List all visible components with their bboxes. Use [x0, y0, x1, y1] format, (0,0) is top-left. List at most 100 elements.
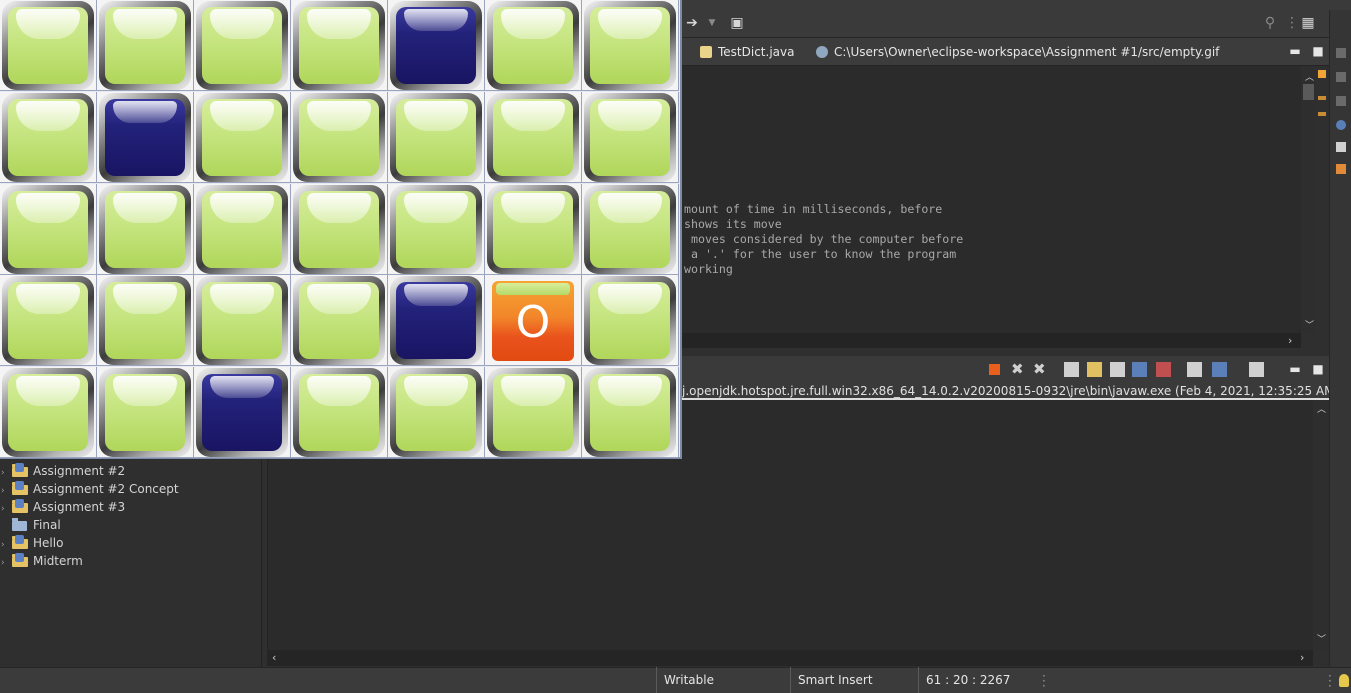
empty-tile[interactable] [2, 368, 94, 457]
empty-tile[interactable] [584, 1, 676, 90]
empty-tile[interactable] [584, 276, 676, 365]
player-tile[interactable]: O [487, 276, 579, 365]
empty-tile[interactable] [584, 185, 676, 274]
board-cell[interactable] [194, 0, 291, 91]
terminate-icon[interactable] [989, 364, 1000, 375]
tree-item-hello[interactable]: › Hello [0, 534, 63, 552]
board-cell[interactable] [194, 275, 291, 366]
tab-empty-gif[interactable]: C:\Users\Owner\eclipse-workspace\Assignm… [816, 43, 1219, 61]
board-cell[interactable] [291, 92, 388, 183]
blocked-tile[interactable] [196, 368, 288, 457]
board-cell[interactable] [582, 0, 679, 91]
open-console-icon[interactable] [1249, 362, 1264, 377]
annotation-marker-icon[interactable] [1318, 96, 1326, 100]
scroll-lock-icon[interactable] [1087, 362, 1102, 377]
scroll-up-icon[interactable]: ︿ [1305, 70, 1314, 83]
board-cell[interactable] [291, 0, 388, 91]
display-console-icon[interactable] [1212, 362, 1227, 377]
tree-item-assignment-2-concept[interactable]: › Assignment #2 Concept [0, 480, 179, 498]
problems-view-icon[interactable] [1336, 164, 1346, 174]
console-maximize-icon[interactable]: ■ [1312, 363, 1324, 375]
board-cell[interactable] [0, 0, 97, 91]
board-cell[interactable] [97, 92, 194, 183]
minimize-icon[interactable]: ▬ [1289, 45, 1301, 57]
board-cell[interactable] [291, 184, 388, 275]
board-cell[interactable] [0, 367, 97, 458]
outline-view-icon[interactable] [1336, 72, 1346, 82]
blocked-tile[interactable] [99, 93, 191, 182]
board-cell[interactable]: O [485, 275, 582, 366]
board-cell[interactable] [582, 367, 679, 458]
empty-tile[interactable] [99, 1, 191, 90]
board-cell[interactable] [388, 92, 485, 183]
board-cell[interactable] [291, 275, 388, 366]
empty-tile[interactable] [293, 93, 385, 182]
board-cell[interactable] [388, 275, 485, 366]
lightbulb-icon[interactable] [1339, 674, 1349, 687]
code-editor[interactable]: mount of time in milliseconds, before sh… [682, 66, 1301, 333]
board-cell[interactable] [194, 184, 291, 275]
toolbar-more-icon[interactable]: ⋮ [1284, 15, 1300, 31]
board-cell[interactable] [194, 92, 291, 183]
scroll-down-icon[interactable]: ﹀ [1317, 632, 1326, 645]
empty-tile[interactable] [196, 276, 288, 365]
search-icon[interactable]: ⚲ [1262, 15, 1278, 31]
board-cell[interactable] [485, 367, 582, 458]
empty-tile[interactable] [99, 368, 191, 457]
scroll-thumb[interactable] [1303, 84, 1314, 100]
empty-tile[interactable] [487, 185, 579, 274]
expand-arrow-icon[interactable]: › [1, 554, 11, 572]
board-cell[interactable] [0, 92, 97, 183]
tree-item-midterm[interactable]: › Midterm [0, 552, 83, 570]
remove-launch-icon[interactable]: ✖ [1011, 362, 1026, 377]
board-cell[interactable] [582, 275, 679, 366]
board-cell[interactable] [485, 0, 582, 91]
clear-console-icon[interactable] [1064, 362, 1079, 377]
empty-tile[interactable] [293, 368, 385, 457]
tree-item-assignment-2[interactable]: › Assignment #2 [0, 462, 125, 480]
empty-tile[interactable] [2, 185, 94, 274]
board-cell[interactable] [97, 184, 194, 275]
board-cell[interactable] [388, 367, 485, 458]
empty-tile[interactable] [487, 93, 579, 182]
board-cell[interactable] [0, 275, 97, 366]
board-cell[interactable] [388, 0, 485, 91]
empty-tile[interactable] [196, 93, 288, 182]
blocked-tile[interactable] [390, 1, 482, 90]
empty-tile[interactable] [584, 93, 676, 182]
board-cell[interactable] [485, 184, 582, 275]
blocked-tile[interactable] [390, 276, 482, 365]
scroll-down-icon[interactable]: ﹀ [1305, 318, 1314, 331]
editor-horizontal-scrollbar[interactable]: › [682, 333, 1301, 348]
empty-tile[interactable] [293, 1, 385, 90]
empty-tile[interactable] [293, 185, 385, 274]
empty-tile[interactable] [2, 276, 94, 365]
scroll-right-icon[interactable]: › [1300, 651, 1304, 664]
empty-tile[interactable] [99, 185, 191, 274]
tree-item-assignment-3[interactable]: › Assignment #3 [0, 498, 125, 516]
scroll-left-icon[interactable]: ‹ [272, 651, 276, 664]
empty-tile[interactable] [390, 93, 482, 182]
empty-tile[interactable] [390, 368, 482, 457]
board-cell[interactable] [97, 367, 194, 458]
empty-tile[interactable] [584, 368, 676, 457]
forward-dropdown-icon[interactable]: ▼ [704, 15, 720, 31]
show-on-output-icon[interactable] [1132, 362, 1147, 377]
console-vertical-scrollbar[interactable]: ︿ ﹀ [1313, 400, 1329, 650]
empty-tile[interactable] [2, 1, 94, 90]
scroll-right-icon[interactable]: › [1288, 334, 1292, 347]
board-cell[interactable] [582, 184, 679, 275]
board-cell[interactable] [194, 367, 291, 458]
show-on-error-icon[interactable] [1156, 362, 1171, 377]
forward-arrow-icon[interactable]: ➔ [684, 15, 700, 31]
pin-console-icon[interactable] [1187, 362, 1202, 377]
remove-all-terminated-icon[interactable]: ✖ [1033, 362, 1048, 377]
empty-tile[interactable] [487, 1, 579, 90]
empty-tile[interactable] [99, 276, 191, 365]
annotation-marker-icon[interactable] [1318, 112, 1326, 116]
tab-testdict[interactable]: TestDict.java [700, 43, 794, 61]
task-list-icon[interactable] [1336, 96, 1346, 106]
empty-tile[interactable] [196, 185, 288, 274]
board-cell[interactable] [485, 92, 582, 183]
outline-marker-icon[interactable] [1318, 70, 1326, 78]
